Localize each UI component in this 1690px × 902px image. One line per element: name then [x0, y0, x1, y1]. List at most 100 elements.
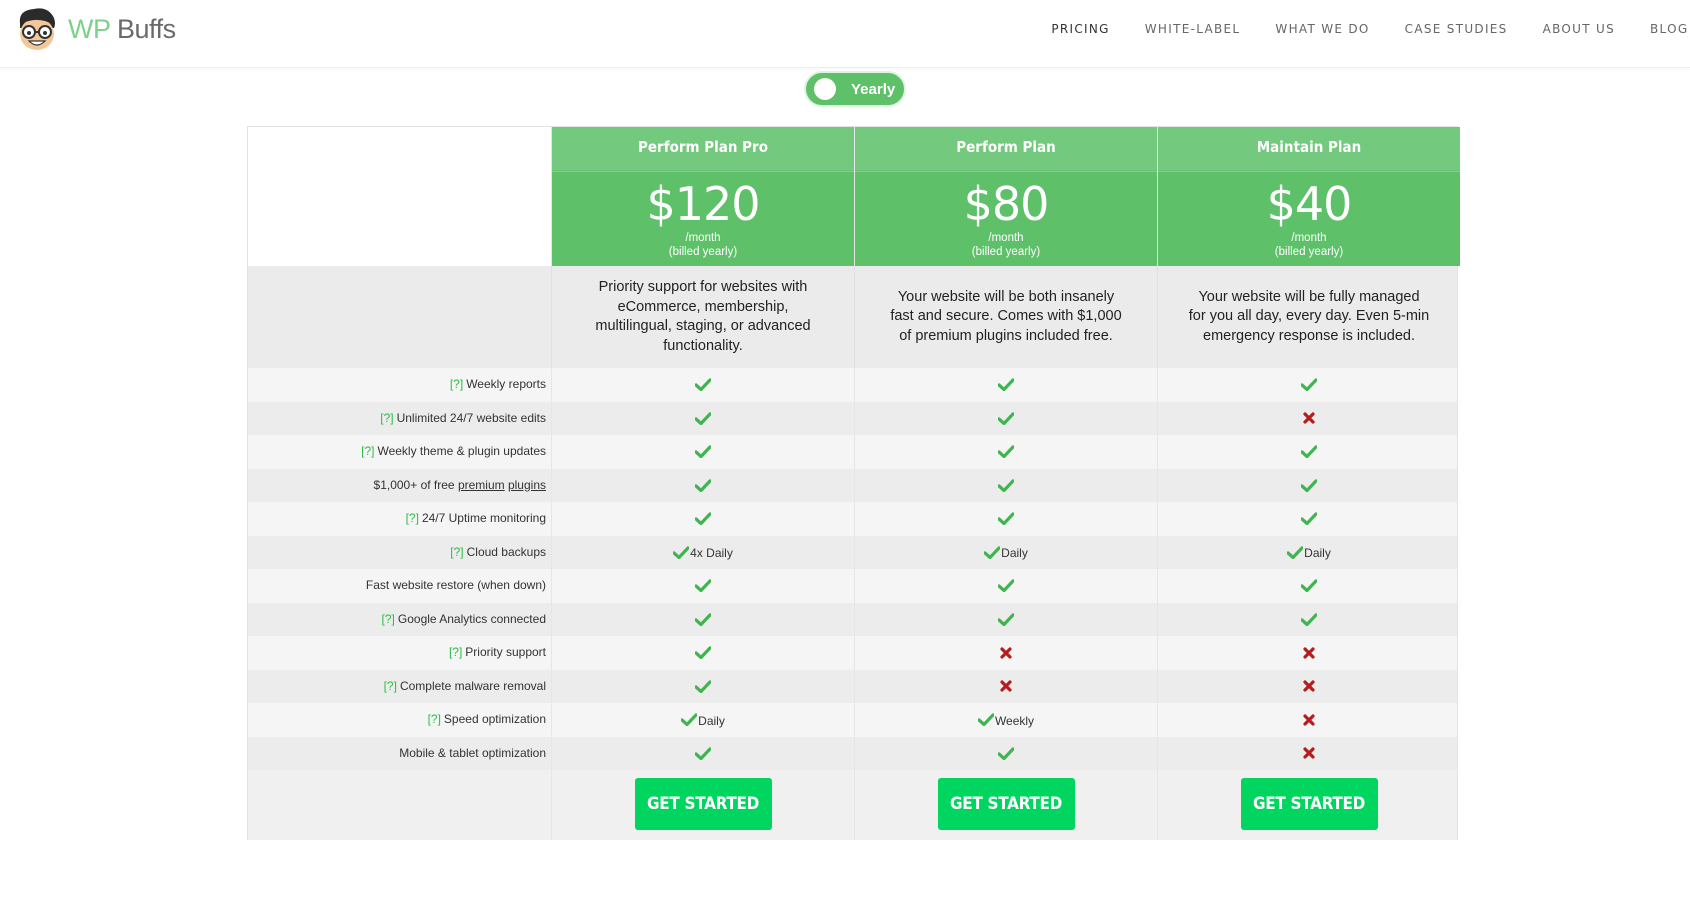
feature-label: Google Analytics connected — [397, 611, 546, 626]
plan-header-perform: Perform Plan $80 /month (billed yearly) — [854, 127, 1157, 266]
feature-row: [?] Weekly theme & plugin updates — [248, 435, 1457, 469]
plan-price: $80 — [963, 177, 1050, 231]
plan-header-maintain: Maintain Plan $40 /month (billed yearly) — [1157, 127, 1460, 266]
toggle-knob[interactable] — [814, 78, 836, 100]
feature-value-cell: Daily — [854, 535, 1157, 569]
feature-help-link[interactable]: [?] — [384, 679, 397, 693]
checkmark-icon — [998, 411, 1014, 425]
cta-cell: GET STARTED — [854, 770, 1157, 840]
checkmark-icon — [1301, 512, 1317, 526]
feature-row: [?] Google Analytics connected — [248, 602, 1460, 636]
feature-help-link[interactable]: [?] — [406, 511, 419, 525]
feature-value-cell — [551, 401, 854, 435]
checkmark-icon — [695, 378, 711, 392]
feature-value-cell: Daily — [551, 703, 854, 737]
feature-label: Complete malware removal — [399, 678, 546, 693]
feature-row: [?] Cloud backups 4x Daily Daily Daily — [248, 535, 1460, 569]
feature-value-text: Daily — [1001, 546, 1028, 561]
feature-label: Weekly reports — [466, 377, 546, 391]
cross-icon — [1301, 713, 1317, 727]
plan-price-block: $120 /month (billed yearly) — [552, 171, 854, 266]
feature-value-cell — [551, 435, 854, 469]
feature-help-link[interactable]: [?] — [380, 411, 393, 425]
nav-blog[interactable]: BLOG — [1650, 22, 1690, 36]
checkmark-icon — [695, 478, 711, 492]
mascot-face-icon — [12, 4, 62, 54]
checkmark-icon — [695, 612, 711, 626]
description-empty-cell — [248, 266, 551, 368]
plan-billing: (billed yearly) — [1274, 246, 1344, 258]
header-empty-cell — [248, 127, 551, 266]
feature-help-link[interactable]: [?] — [449, 645, 462, 659]
checkmark-icon — [1287, 545, 1304, 559]
checkmark-icon — [998, 579, 1014, 593]
feature-value-cell: Weekly — [854, 703, 1157, 737]
cta-cell: GET STARTED — [1157, 770, 1460, 840]
checkmark-icon — [1301, 378, 1317, 392]
cross-icon — [1301, 411, 1317, 425]
feature-value-cell — [1157, 602, 1460, 636]
plan-price: $120 — [646, 177, 760, 231]
nav-about-us[interactable]: ABOUT US — [1543, 22, 1615, 36]
plan-billing: (billed yearly) — [668, 246, 738, 258]
nav-case-studies[interactable]: CASE STUDIES — [1405, 22, 1508, 36]
feature-help-link[interactable]: [?] — [361, 444, 374, 458]
feature-label: Priority support — [465, 645, 546, 659]
checkmark-icon — [695, 512, 711, 526]
feature-value-cell — [551, 502, 854, 536]
plugins-link[interactable]: plugins — [508, 478, 546, 492]
feature-value-cell — [1157, 401, 1460, 435]
feature-help-link[interactable]: [?] — [450, 377, 463, 391]
get-started-button-pro[interactable]: GET STARTED — [634, 778, 772, 830]
billing-toggle[interactable]: Yearly — [804, 71, 906, 107]
plan-description: Your website will be fully managed for y… — [1157, 266, 1460, 368]
nav-white-label[interactable]: WHITE-LABEL — [1145, 22, 1241, 36]
feature-value-cell — [1157, 703, 1460, 737]
feature-label-cell: [?] Complete malware removal — [248, 670, 551, 704]
plan-price-block: $40 /month (billed yearly) — [1158, 171, 1460, 266]
feature-label-cell: $1,000+ of free premium plugins — [248, 469, 551, 503]
nav-pricing[interactable]: PRICING — [1051, 22, 1109, 36]
checkmark-icon — [1301, 579, 1317, 593]
checkmark-icon — [681, 713, 698, 727]
feature-value-cell — [1157, 368, 1460, 402]
brand-name: WP Buffs — [68, 14, 176, 45]
feature-value-cell — [854, 636, 1157, 670]
feature-value-cell — [551, 368, 854, 402]
feature-label: 24/7 Uptime monitoring — [421, 511, 546, 525]
brand-wp: WP — [68, 13, 111, 44]
get-started-button-perform[interactable]: GET STARTED — [937, 778, 1075, 830]
feature-label-cell: Mobile & tablet optimization — [248, 737, 551, 771]
feature-label: Cloud backups — [466, 544, 546, 559]
checkmark-icon — [998, 512, 1014, 526]
feature-row: [?] Weekly reports — [248, 368, 1457, 402]
feature-value-text: 4x Daily — [690, 546, 733, 561]
plan-header-pro: Perform Plan Pro $120 /month (billed yea… — [551, 127, 854, 266]
feature-help-link[interactable]: [?] — [382, 612, 395, 626]
feature-value-cell — [854, 468, 1157, 502]
checkmark-icon — [998, 746, 1014, 760]
toggle-label: Yearly — [851, 81, 896, 98]
checkmark-icon — [984, 545, 1001, 559]
nav-what-we-do[interactable]: WHAT WE DO — [1275, 22, 1369, 36]
feature-value-cell: Daily — [1157, 535, 1460, 569]
plan-period: /month — [1291, 232, 1327, 244]
checkmark-icon — [673, 545, 690, 559]
cross-icon — [1301, 746, 1317, 760]
feature-row: [?] Unlimited 24/7 website edits — [248, 401, 1460, 435]
cross-icon — [998, 646, 1014, 660]
feature-label-cell: [?] Speed optimization — [248, 703, 551, 737]
feature-label: Speed optimization — [443, 712, 546, 726]
feature-value-text: Weekly — [994, 713, 1035, 728]
feature-value-text: Daily — [1304, 546, 1331, 561]
premium-link[interactable]: premium — [458, 478, 505, 492]
checkmark-icon — [695, 411, 711, 425]
site-header: WP Buffs PRICING WHITE-LABEL WHAT WE DO … — [0, 0, 1690, 68]
logo[interactable]: WP Buffs — [12, 4, 176, 54]
get-started-button-maintain[interactable]: GET STARTED — [1240, 778, 1378, 830]
feature-help-link[interactable]: [?] — [450, 545, 463, 559]
plan-name: Perform Plan Pro — [552, 127, 854, 171]
plan-description-row: Priority support for websites with eComm… — [248, 266, 1457, 368]
feature-help-link[interactable]: [?] — [428, 712, 441, 726]
cross-icon — [1301, 679, 1317, 693]
